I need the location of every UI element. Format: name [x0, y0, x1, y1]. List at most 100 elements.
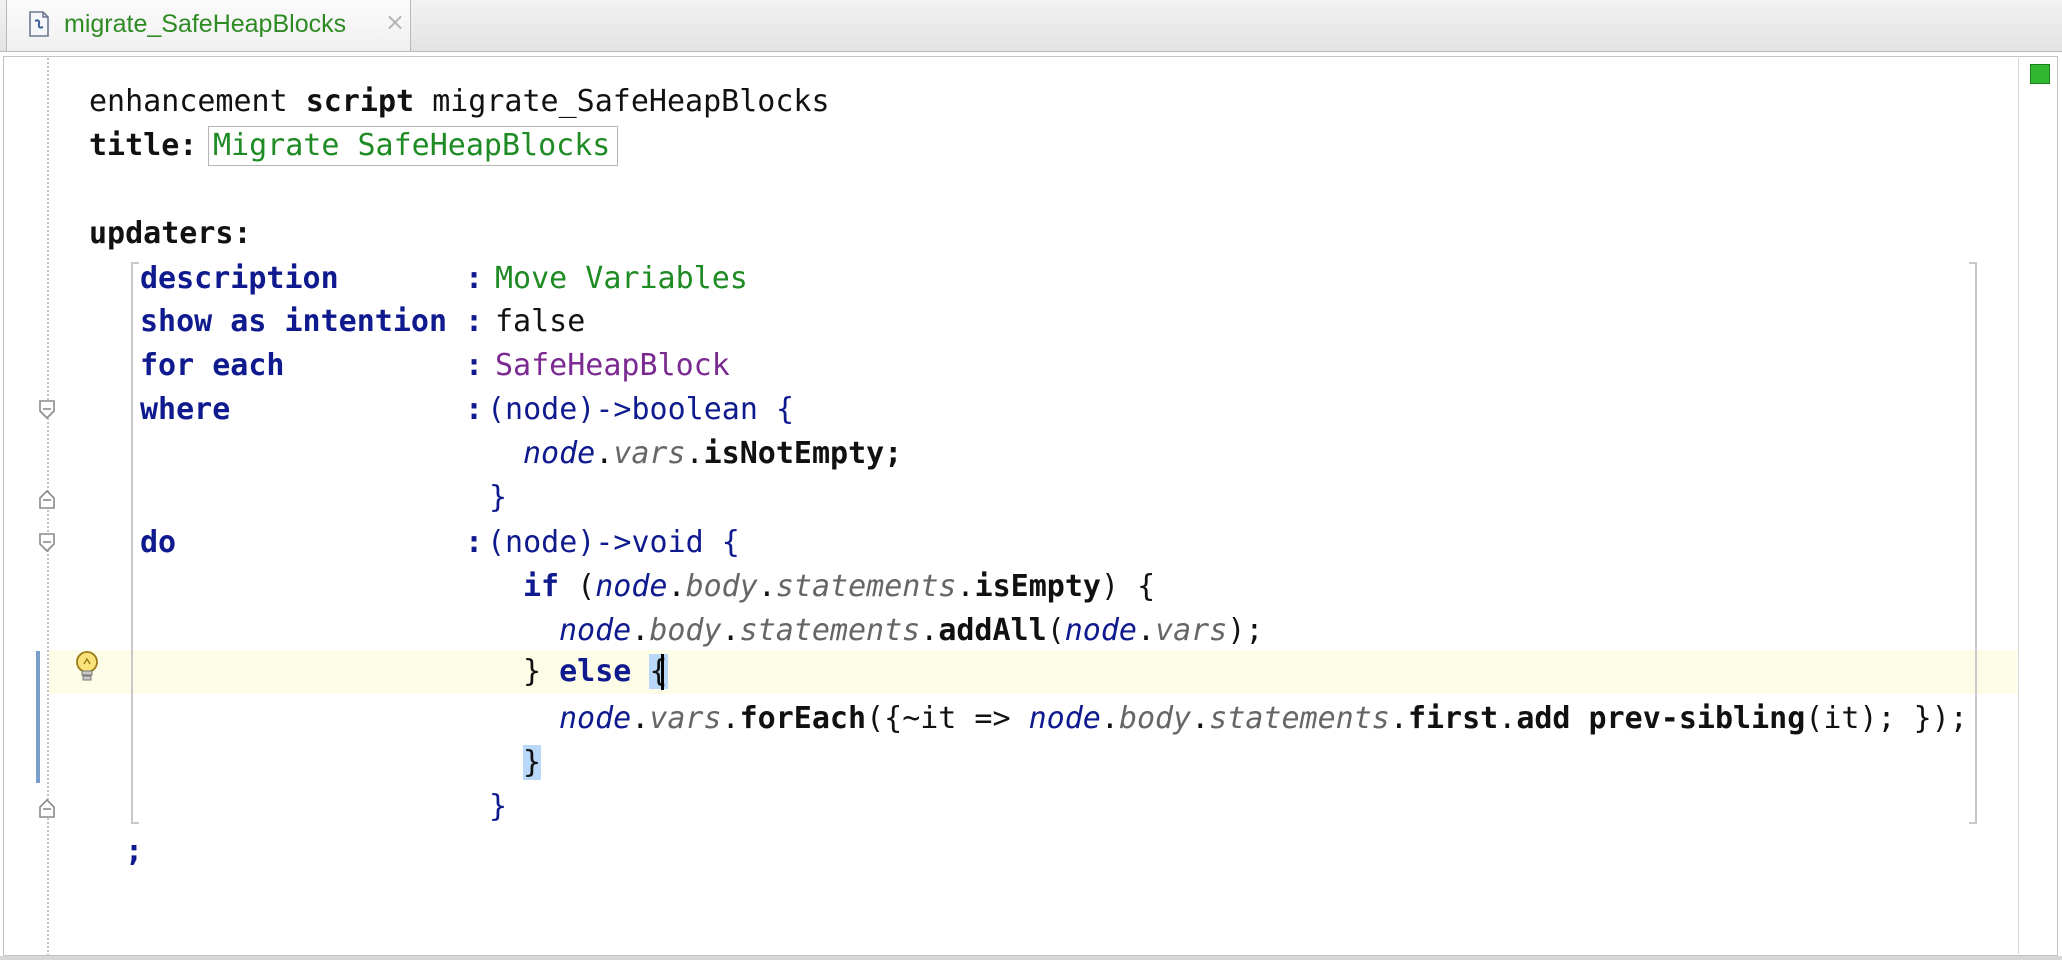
updater-block-bracket	[131, 262, 139, 824]
where-closure-signature[interactable]: (node)->boolean {	[487, 388, 794, 432]
updater-block-bracket	[1969, 262, 1977, 824]
fold-start-icon[interactable]	[37, 398, 57, 422]
dot: .	[1389, 701, 1408, 736]
closing-brace: }	[489, 789, 508, 824]
dot: .	[1100, 701, 1119, 736]
else-keyword: else	[559, 654, 632, 689]
description-key: description	[140, 261, 339, 296]
dot: .	[1191, 701, 1210, 736]
terminator-semicolon: ;	[125, 834, 144, 869]
matched-brace: }	[523, 745, 542, 780]
closing-brace: }	[523, 654, 560, 689]
param-node: node	[595, 569, 668, 604]
updaters-label: updaters:	[89, 216, 252, 251]
operation: isNotEmpty	[703, 436, 885, 471]
link-statements: statements	[1209, 701, 1390, 736]
for-each-key: for each	[140, 348, 285, 383]
semicolon: ;	[884, 436, 903, 471]
for-each-concept[interactable]: SafeHeapBlock	[495, 344, 730, 388]
param-node: node	[559, 613, 632, 648]
paren: );	[1227, 613, 1264, 648]
lambda-param: ~it =>	[902, 701, 1011, 736]
add-all-line[interactable]: node.body.statements.addAll(node.vars);	[559, 609, 1263, 653]
link-body: body	[1118, 701, 1192, 736]
analysis-status-icon[interactable]	[2030, 64, 2050, 84]
operation: first	[1407, 701, 1499, 736]
link-vars: vars	[1155, 613, 1228, 648]
brace: {	[703, 525, 740, 560]
fold-end-icon[interactable]	[37, 487, 57, 511]
dot: .	[721, 613, 740, 648]
scrollbar-track[interactable]	[2018, 58, 2019, 954]
link-vars: vars	[613, 436, 686, 471]
editor-bottom-border	[0, 956, 2062, 960]
brace: {	[757, 392, 795, 427]
paren: ({	[866, 701, 903, 736]
dot: .	[595, 436, 614, 471]
title-line[interactable]: title:	[89, 124, 197, 168]
dot: .	[1498, 701, 1517, 736]
current-line-highlight	[49, 650, 2017, 694]
separator: :	[465, 525, 484, 560]
return-type: void	[631, 525, 704, 560]
lightbulb-intention-icon[interactable]	[73, 650, 101, 684]
dot: .	[920, 613, 939, 648]
link-body: body	[685, 569, 758, 604]
param-node: node	[523, 436, 596, 471]
operation: forEach	[739, 701, 867, 736]
closure-params: (node)->	[487, 392, 632, 427]
script-header-line[interactable]: enhancement script migrate_SafeHeapBlock…	[89, 80, 830, 124]
editor-tab-bar: migrate_SafeHeapBlocks ×	[0, 0, 2062, 52]
else-line[interactable]: } else {	[523, 650, 668, 694]
show-as-intention-key: show as intention	[140, 304, 448, 339]
description-value[interactable]: Move Variables	[495, 257, 748, 301]
if-keyword: if	[523, 569, 560, 604]
dot: .	[667, 569, 686, 604]
change-marker[interactable]	[36, 651, 40, 783]
separator: :	[465, 261, 484, 296]
code-editor[interactable]	[3, 56, 2058, 956]
link-statements: statements	[775, 569, 957, 604]
keyword: script	[305, 84, 415, 119]
script-name[interactable]: migrate_SafeHeapBlocks	[432, 84, 829, 119]
paren: (	[559, 569, 596, 604]
paren: ) {	[1101, 569, 1156, 604]
dot: .	[631, 613, 650, 648]
paren: (it); });	[1805, 701, 1968, 736]
text-caret	[661, 654, 664, 690]
dot: .	[956, 569, 975, 604]
return-type: boolean	[631, 392, 758, 427]
editor-tab[interactable]: migrate_SafeHeapBlocks ×	[6, 0, 411, 51]
closure-params: (node)->	[487, 525, 632, 560]
param-node: node	[559, 701, 632, 736]
fold-end-icon[interactable]	[37, 796, 57, 820]
where-body-line[interactable]: node.vars.isNotEmpty;	[523, 432, 902, 476]
separator: :	[465, 304, 484, 339]
link-body: body	[649, 613, 722, 648]
close-tab-icon[interactable]: ×	[385, 8, 405, 36]
keyword: enhancement	[89, 84, 288, 119]
for-each-line[interactable]: node.vars.forEach({~it => node.body.stat…	[559, 697, 1968, 741]
dot: .	[757, 569, 776, 604]
do-key: do	[140, 525, 177, 560]
link-statements: statements	[739, 613, 921, 648]
title-value[interactable]: Migrate SafeHeapBlocks	[213, 124, 610, 168]
dot: .	[685, 436, 704, 471]
fold-start-icon[interactable]	[37, 531, 57, 555]
closing-brace: }	[489, 480, 508, 515]
if-line[interactable]: if (node.body.statements.isEmpty) {	[523, 565, 1155, 609]
matched-brace: {	[649, 654, 668, 689]
tab-title: migrate_SafeHeapBlocks	[64, 10, 347, 38]
where-key: where	[140, 392, 231, 427]
separator: :	[465, 348, 484, 383]
do-closure-signature[interactable]: (node)->void {	[487, 521, 740, 565]
dot: .	[721, 701, 740, 736]
param-node: node	[1028, 701, 1101, 736]
operation: add prev-sibling	[1516, 701, 1806, 736]
show-as-intention-value[interactable]: false	[495, 300, 585, 344]
link-vars: vars	[649, 701, 722, 736]
script-file-icon	[29, 11, 49, 37]
title-label: title:	[89, 128, 198, 163]
